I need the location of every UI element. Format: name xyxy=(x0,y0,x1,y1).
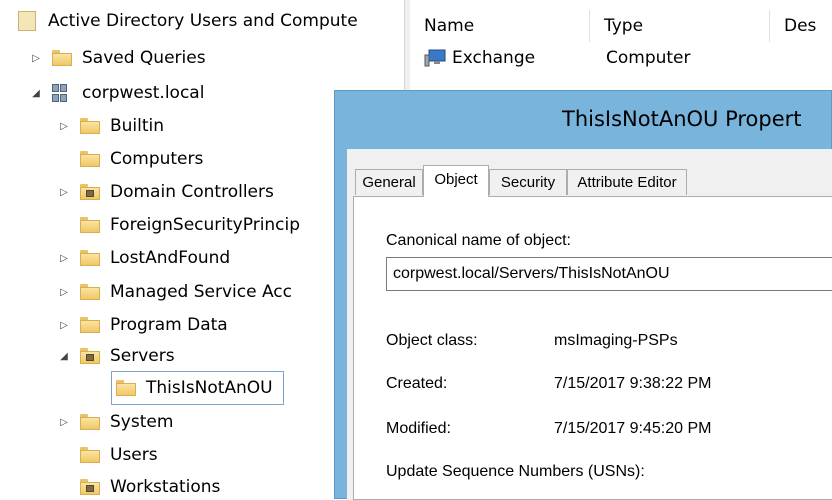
created-label: Created: xyxy=(386,375,448,392)
folder-icon xyxy=(80,284,100,300)
created-value: 7/15/2017 9:38:22 PM xyxy=(554,375,712,392)
ou-folder-icon xyxy=(80,348,100,364)
tree-item-builtin[interactable]: ▷ Builtin xyxy=(56,110,164,142)
tree-item-domain[interactable]: ◢ corpwest.local xyxy=(28,77,204,109)
tree-item-system[interactable]: ▷ System xyxy=(56,406,173,438)
tree-item-domain-controllers[interactable]: ▷ Domain Controllers xyxy=(56,176,274,208)
expand-arrow-icon[interactable]: ▷ xyxy=(56,118,72,134)
folder-icon xyxy=(80,151,100,167)
canonical-name-field[interactable]: corpwest.local/Servers/ThisIsNotAnOU xyxy=(386,257,832,291)
tab-object[interactable]: Object xyxy=(423,165,489,197)
tab-general[interactable]: General xyxy=(355,169,423,195)
expand-arrow-icon[interactable]: ▷ xyxy=(56,414,72,430)
canonical-name-label: Canonical name of object: xyxy=(386,232,571,249)
tree-item-label: corpwest.local xyxy=(82,83,205,103)
expand-arrow-icon[interactable]: ▷ xyxy=(56,250,72,266)
tree-item-label: Saved Queries xyxy=(82,48,206,68)
tree-item-label: Program Data xyxy=(110,315,228,335)
object-class-label: Object class: xyxy=(386,332,478,349)
tree-item-foreign-security-principals[interactable]: ForeignSecurityPrincip xyxy=(80,209,300,241)
tree-item-managed-service-accounts[interactable]: ▷ Managed Service Acc xyxy=(56,276,292,308)
expand-arrow-icon[interactable]: ▷ xyxy=(28,50,44,66)
list-header: Name Type Des xyxy=(410,10,832,42)
folder-icon xyxy=(80,118,100,134)
tree-item-label: System xyxy=(110,412,174,432)
usn-label: Update Sequence Numbers (USNs): xyxy=(386,463,645,480)
domain-icon xyxy=(52,83,74,103)
column-header-name[interactable]: Name xyxy=(410,10,590,42)
tree-item-saved-queries[interactable]: ▷ Saved Queries xyxy=(28,42,206,74)
tree-item-thisisnotanou[interactable]: ThisIsNotAnOU xyxy=(111,371,284,405)
tree-item-label: Computers xyxy=(110,149,204,169)
column-header-type[interactable]: Type xyxy=(590,10,770,42)
expand-arrow-icon[interactable]: ▷ xyxy=(56,317,72,333)
modified-value: 7/15/2017 9:45:20 PM xyxy=(554,420,712,437)
properties-dialog: ThisIsNotAnOU Propert General Object Sec… xyxy=(334,90,832,500)
tree-item-label: ThisIsNotAnOU xyxy=(146,378,273,398)
list-item-type: Computer xyxy=(606,48,691,68)
tree-item-label: Workstations xyxy=(110,477,221,497)
computer-icon xyxy=(424,49,446,67)
tree-item-label: LostAndFound xyxy=(110,248,231,268)
folder-icon xyxy=(80,250,100,266)
tree-item-label: Managed Service Acc xyxy=(110,282,292,302)
tree-root[interactable]: Active Directory Users and Compute xyxy=(18,5,358,37)
expand-arrow-icon[interactable]: ▷ xyxy=(56,284,72,300)
folder-icon xyxy=(52,50,72,66)
tree-item-label: Servers xyxy=(110,346,175,366)
object-class-value[interactable]: msImaging-PSPs xyxy=(554,332,678,350)
folder-icon xyxy=(80,414,100,430)
folder-icon xyxy=(116,380,136,396)
ou-folder-icon xyxy=(80,184,100,200)
column-header-description[interactable]: Des xyxy=(770,10,832,42)
tree-item-label: ForeignSecurityPrincip xyxy=(110,215,301,235)
folder-icon xyxy=(80,217,100,233)
tree-item-workstations[interactable]: Workstations xyxy=(80,471,220,499)
expand-arrow-icon[interactable]: ▷ xyxy=(56,184,72,200)
tree-item-label: Domain Controllers xyxy=(110,182,274,202)
folder-icon xyxy=(80,317,100,333)
modified-label: Modified: xyxy=(386,420,451,437)
tab-security[interactable]: Security xyxy=(489,169,567,195)
folder-icon xyxy=(80,447,100,463)
collapse-arrow-icon[interactable]: ◢ xyxy=(56,348,72,364)
tab-attribute-editor[interactable]: Attribute Editor xyxy=(567,169,687,195)
tree-item-label: Users xyxy=(110,445,158,465)
list-item[interactable]: Exchange Computer xyxy=(424,48,691,68)
tree-item-computers[interactable]: Computers xyxy=(80,143,203,175)
tree-item-program-data[interactable]: ▷ Program Data xyxy=(56,309,228,341)
dialog-title: ThisIsNotAnOU Propert xyxy=(562,107,802,131)
tree-item-servers[interactable]: ◢ Servers xyxy=(56,340,175,372)
tree-root-label: Active Directory Users and Compute xyxy=(48,11,358,31)
dialog-body: General Object Security Attribute Editor xyxy=(347,149,832,500)
console-icon xyxy=(18,11,36,31)
tree-item-label: Builtin xyxy=(110,116,165,136)
list-item-name: Exchange xyxy=(452,48,536,68)
tree-item-lostandfound[interactable]: ▷ LostAndFound xyxy=(56,242,230,274)
tree-item-users[interactable]: Users xyxy=(80,439,158,471)
ou-folder-icon xyxy=(80,479,100,495)
collapse-arrow-icon[interactable]: ◢ xyxy=(28,85,44,101)
